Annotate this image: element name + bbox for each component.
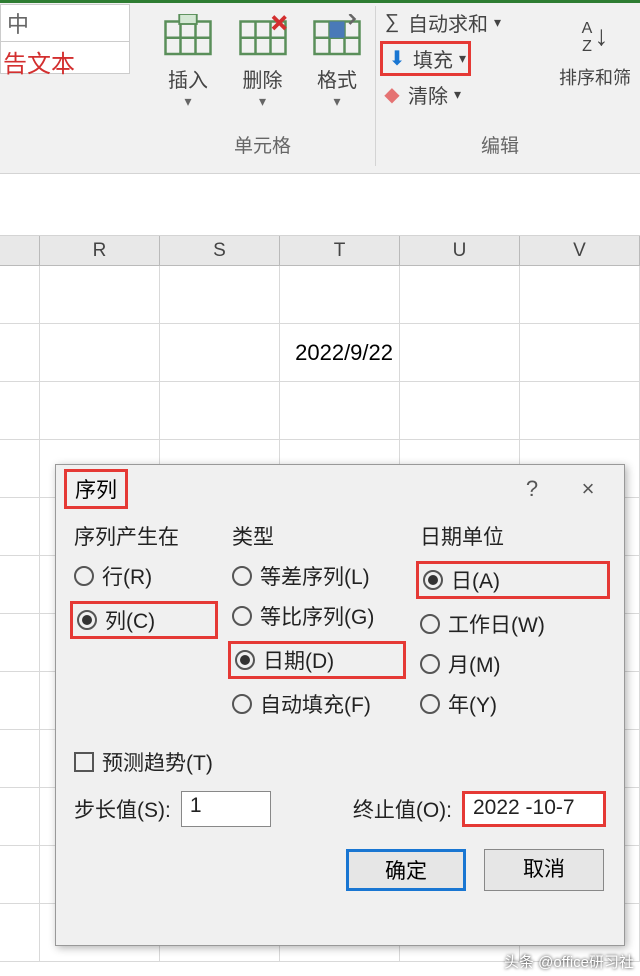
step-input[interactable]: 1 xyxy=(181,791,271,827)
insert-label: 插入 xyxy=(153,64,223,93)
chevron-down-icon: ▾ xyxy=(153,93,223,110)
column-headers: R S T U V xyxy=(0,236,640,266)
sort-icon: AZ↓ xyxy=(570,14,620,60)
stop-input[interactable]: 2022 -10-7 xyxy=(462,791,606,827)
cancel-button[interactable]: 取消 xyxy=(484,849,604,891)
group-label-cells: 单元格 xyxy=(150,131,375,158)
stop-label: 终止值(O): xyxy=(353,794,452,824)
radio-month[interactable]: 月(M) xyxy=(420,649,606,679)
section-series-in: 序列产生在 行(R) 列(C) xyxy=(74,521,214,729)
step-label: 步长值(S): xyxy=(74,794,171,824)
section-date-unit: 日期单位 日(A) 工作日(W) 月(M) 年(Y) xyxy=(420,521,606,729)
radio-columns[interactable]: 列(C) xyxy=(70,601,218,639)
name-box-area: 中 告文本 xyxy=(0,4,130,74)
chevron-down-icon: ▾ xyxy=(302,93,372,110)
eraser-icon: ◆ xyxy=(380,82,404,107)
inputs-row: 步长值(S): 1 终止值(O): 2022 -10-7 xyxy=(74,791,606,827)
dialog-body: 序列产生在 行(R) 列(C) 类型 等差序列(L) 等比序列(G) 日期(D)… xyxy=(56,513,624,835)
dialog-titlebar[interactable]: 序列 ? × xyxy=(56,465,624,513)
fill-label: 填充 xyxy=(413,44,453,73)
col-header[interactable]: U xyxy=(400,236,520,265)
format-label: 格式 xyxy=(302,64,372,93)
format-button[interactable]: 格式 ▾ xyxy=(302,6,372,110)
chevron-down-icon: ▾ xyxy=(454,86,461,103)
autosum-label: 自动求和 xyxy=(408,8,488,37)
namebox-text2: 告文本 xyxy=(1,42,129,81)
radio-weekday[interactable]: 工作日(W) xyxy=(420,609,606,639)
radio-autofill[interactable]: 自动填充(F) xyxy=(232,689,402,719)
format-cells-icon xyxy=(312,14,362,60)
watermark: 头条 @office研习社 xyxy=(504,951,634,972)
ribbon-group-cells: 插入 ▾ 删除 ▾ 格式 ▾ 单元格 xyxy=(150,6,376,166)
delete-label: 删除 xyxy=(228,64,298,93)
col-header[interactable]: S xyxy=(160,236,280,265)
radio-year[interactable]: 年(Y) xyxy=(420,689,606,719)
clear-button[interactable]: ◆ 清除 ▾ xyxy=(380,78,530,111)
close-button[interactable]: × xyxy=(560,476,616,502)
col-header[interactable]: V xyxy=(520,236,640,265)
section-title: 序列产生在 xyxy=(74,521,214,551)
chevron-down-icon: ▾ xyxy=(459,50,466,67)
dialog-title: 序列 xyxy=(64,469,128,509)
cell-date[interactable]: 2022/9/22 xyxy=(280,324,400,382)
section-title: 日期单位 xyxy=(420,521,606,551)
radio-day[interactable]: 日(A) xyxy=(416,561,610,599)
radio-linear[interactable]: 等差序列(L) xyxy=(232,561,402,591)
radio-date[interactable]: 日期(D) xyxy=(228,641,406,679)
section-type: 类型 等差序列(L) 等比序列(G) 日期(D) 自动填充(F) xyxy=(232,521,402,729)
formula-bar-area xyxy=(0,174,640,236)
autosum-button[interactable]: ∑ 自动求和 ▾ xyxy=(380,6,530,39)
sort-label: 排序和筛 xyxy=(550,64,640,90)
help-button[interactable]: ? xyxy=(504,476,560,502)
fill-down-icon: ⬇ xyxy=(385,46,409,71)
ok-button[interactable]: 确定 xyxy=(346,849,466,891)
chevron-down-icon: ▾ xyxy=(228,93,298,110)
col-header[interactable]: T xyxy=(280,236,400,265)
ribbon-group-edit: ∑ 自动求和 ▾ ⬇ 填充 ▾ ◆ 清除 ▾ 编辑 xyxy=(380,6,530,166)
checkbox-trend[interactable]: 预测趋势(T) xyxy=(74,747,606,777)
col-header[interactable]: R xyxy=(40,236,160,265)
dialog-buttons: 确定 取消 xyxy=(56,835,624,905)
ribbon-group-sort: AZ↓ 排序和筛 xyxy=(550,6,640,166)
sigma-icon: ∑ xyxy=(380,11,404,34)
insert-button[interactable]: 插入 ▾ xyxy=(153,6,223,110)
series-dialog: 序列 ? × 序列产生在 行(R) 列(C) 类型 等差序列(L) 等比序列(G… xyxy=(55,464,625,946)
col-header-blank xyxy=(0,236,40,265)
radio-rows[interactable]: 行(R) xyxy=(74,561,214,591)
delete-button[interactable]: 删除 ▾ xyxy=(228,6,298,110)
radio-growth[interactable]: 等比序列(G) xyxy=(232,601,402,631)
namebox-text1: 中 xyxy=(1,5,129,42)
section-title: 类型 xyxy=(232,521,402,551)
insert-cells-icon xyxy=(163,14,213,60)
delete-cells-icon xyxy=(238,14,288,60)
fill-button[interactable]: ⬇ 填充 ▾ xyxy=(380,39,530,78)
sort-filter-button[interactable]: AZ↓ 排序和筛 xyxy=(550,6,640,90)
clear-label: 清除 xyxy=(408,80,448,109)
ribbon: 中 告文本 插入 ▾ 删除 ▾ 格式 ▾ 单元格 ∑ xyxy=(0,0,640,174)
chevron-down-icon: ▾ xyxy=(494,14,501,31)
